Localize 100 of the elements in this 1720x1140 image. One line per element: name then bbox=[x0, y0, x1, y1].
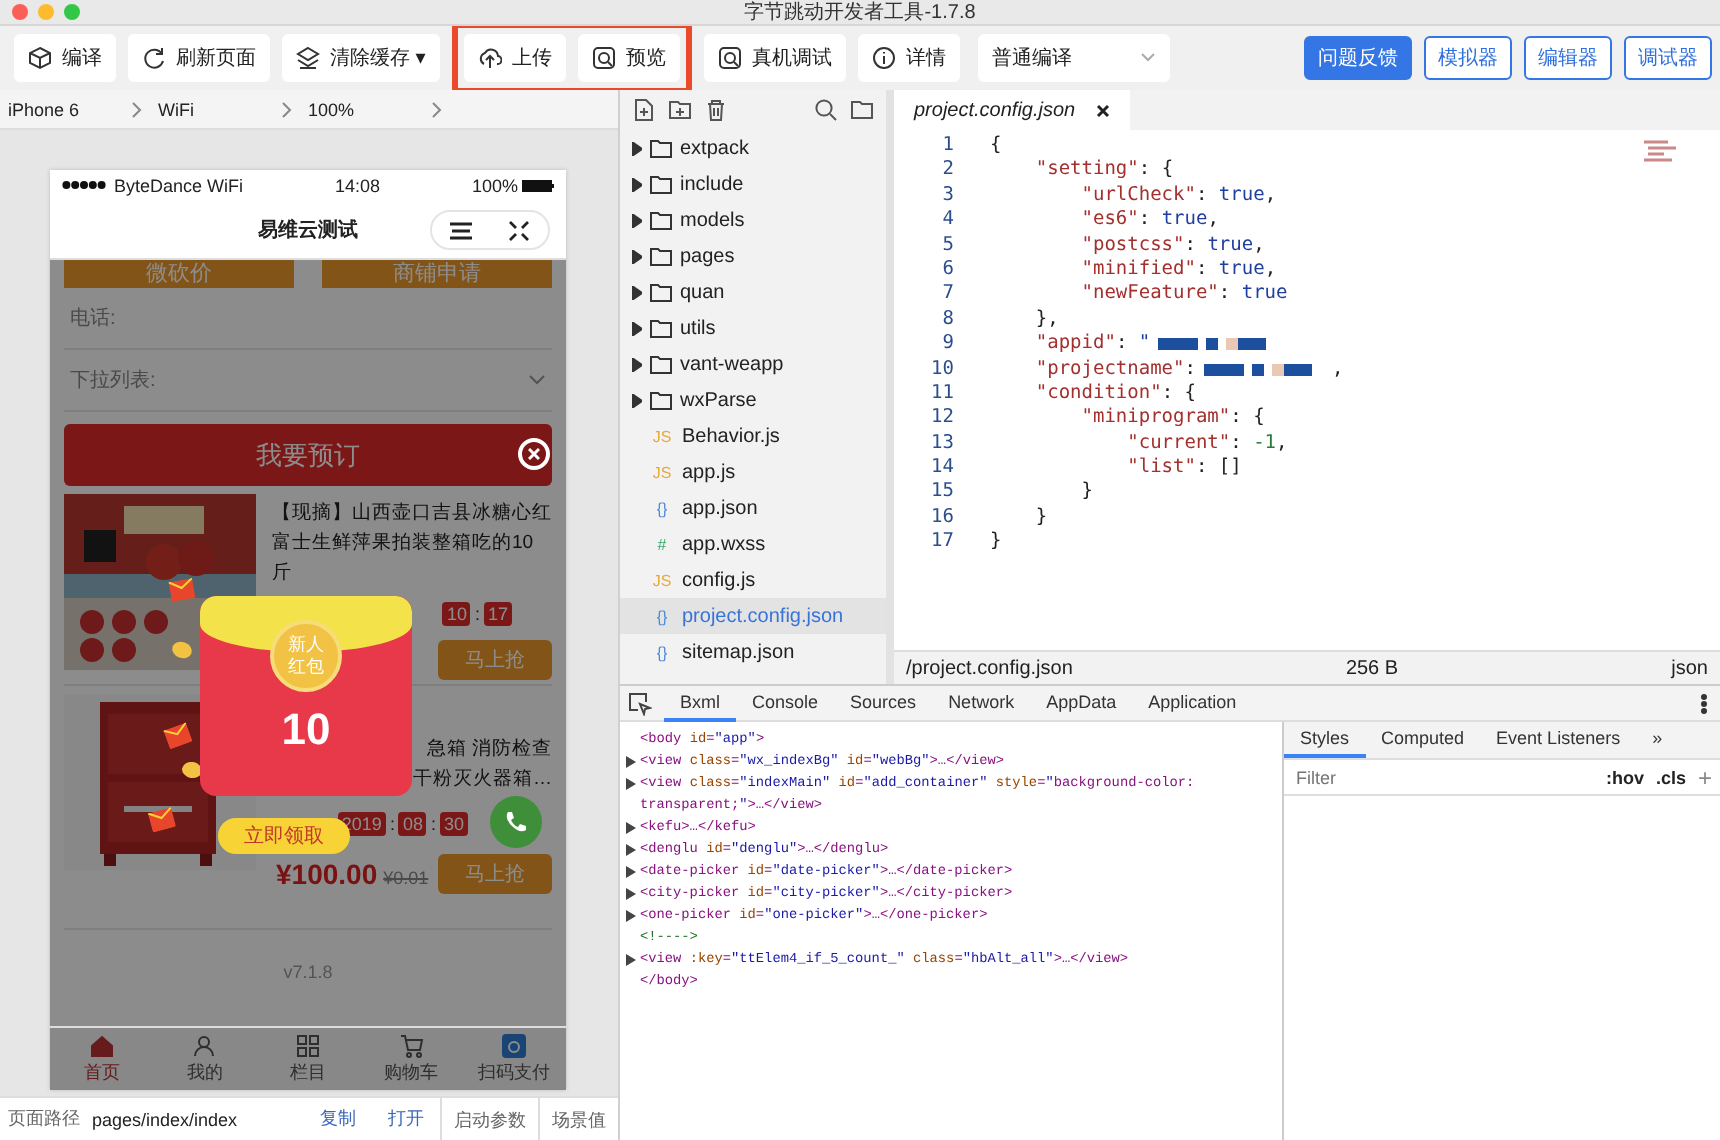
file-tree-item[interactable]: quan bbox=[620, 274, 886, 310]
folder-icon bbox=[650, 354, 672, 374]
tab-bar-item[interactable]: 扫码支付 bbox=[462, 1028, 566, 1090]
class-toggle[interactable]: .cls bbox=[1655, 767, 1686, 787]
trash-icon[interactable] bbox=[704, 98, 728, 122]
close-icon[interactable] bbox=[508, 219, 530, 241]
file-name: pages bbox=[680, 245, 735, 267]
envelope-badge: 新人红包 bbox=[270, 620, 342, 692]
file-tree-item[interactable]: {} app.json bbox=[620, 490, 886, 526]
file-tree-item[interactable]: utils bbox=[620, 310, 886, 346]
expand-arrow-icon[interactable] bbox=[626, 909, 636, 921]
call-button[interactable] bbox=[490, 796, 542, 848]
path-action-link[interactable]: 打开 bbox=[372, 1106, 440, 1132]
expand-arrow-icon[interactable] bbox=[626, 865, 636, 877]
expand-arrow-icon[interactable] bbox=[626, 843, 636, 855]
new-folder-icon[interactable] bbox=[668, 98, 692, 122]
caret-icon bbox=[632, 141, 642, 155]
add-rule-button[interactable]: + bbox=[1697, 763, 1712, 791]
preview-icon bbox=[591, 46, 616, 70]
file-tree-item[interactable]: wxParse bbox=[620, 382, 886, 418]
compile-mode-select[interactable]: 普通编译 bbox=[977, 34, 1170, 82]
file-tree-item[interactable]: pages bbox=[620, 238, 886, 274]
page-path-value: pages/index/index bbox=[92, 1109, 240, 1129]
file-tree-item[interactable]: JS config.js bbox=[620, 562, 886, 598]
menu-icon[interactable] bbox=[450, 221, 472, 239]
tab-bar-item[interactable]: 我的 bbox=[153, 1028, 257, 1090]
expand-arrow-icon[interactable] bbox=[626, 821, 636, 833]
file-tree-item[interactable]: vant-weapp bbox=[620, 346, 886, 382]
search-icon[interactable] bbox=[814, 98, 838, 122]
line-number: 15 bbox=[929, 480, 954, 506]
simulator-setting[interactable]: 100% bbox=[300, 99, 450, 119]
hover-toggle[interactable]: :hov bbox=[1605, 767, 1644, 787]
file-name: models bbox=[680, 209, 745, 231]
file-tree-item[interactable]: include bbox=[620, 166, 886, 202]
file-name: config.js bbox=[682, 569, 756, 591]
devtools-tab[interactable]: AppData bbox=[1030, 685, 1133, 721]
close-button[interactable] bbox=[518, 438, 550, 470]
devtools-tab[interactable]: Sources bbox=[834, 685, 933, 721]
battery-icon bbox=[522, 179, 554, 191]
toolbar-button[interactable]: 模拟器 bbox=[1424, 36, 1512, 80]
inspect-icon[interactable] bbox=[628, 691, 652, 715]
path-tab[interactable]: 启动参数 bbox=[440, 1097, 538, 1140]
tab-bar-item[interactable]: 栏目 bbox=[256, 1028, 360, 1090]
folder-icon[interactable] bbox=[850, 98, 874, 122]
tab-bar-item[interactable]: 购物车 bbox=[359, 1028, 463, 1090]
countdown-separator: : bbox=[474, 604, 480, 624]
toolbar-button[interactable]: 编辑器 bbox=[1524, 36, 1612, 80]
toolbar-button[interactable]: 清除缓存 ▾ bbox=[282, 34, 440, 82]
file-tree-item[interactable]: extpack bbox=[620, 130, 886, 166]
toolbar-button[interactable]: 编译 bbox=[14, 34, 116, 82]
folder-icon bbox=[650, 318, 672, 338]
product-title: 急箱 消防检查 bbox=[426, 736, 552, 764]
gift-envelope[interactable]: 新人红包 10 bbox=[200, 596, 412, 796]
envelope-icon bbox=[168, 578, 196, 602]
home-icon bbox=[89, 1033, 114, 1057]
styles-tab[interactable]: Styles bbox=[1284, 722, 1366, 758]
code-line: "newFeature": true bbox=[1079, 282, 1288, 308]
original-price: ¥0.01 bbox=[383, 868, 429, 888]
editor-tab[interactable]: project.config.json bbox=[894, 90, 1130, 130]
file-tree-item[interactable]: JS app.js bbox=[620, 454, 886, 490]
toolbar-button[interactable]: 真机调试 bbox=[703, 34, 846, 82]
devtools-tab[interactable]: Network bbox=[932, 685, 1031, 721]
styles-tab[interactable]: Computed bbox=[1365, 722, 1481, 758]
file-type-icon: JS bbox=[650, 427, 674, 445]
more-tabs-button[interactable]: » bbox=[1636, 722, 1679, 758]
toolbar-button[interactable]: 上传 bbox=[463, 34, 566, 82]
window-title: 字节跳动开发者工具-1.7.8 bbox=[744, 0, 976, 26]
close-icon bbox=[528, 448, 540, 460]
simulator-setting[interactable]: WiFi bbox=[150, 99, 300, 119]
simulator-setting[interactable]: iPhone 6 bbox=[0, 99, 150, 119]
toolbar-button[interactable]: 刷新页面 bbox=[128, 34, 270, 82]
devtools-tab[interactable]: Bxml bbox=[664, 685, 736, 721]
file-tree-item[interactable]: # app.wxss bbox=[620, 526, 886, 562]
line-number: 11 bbox=[929, 381, 954, 407]
file-name: app.json bbox=[682, 497, 758, 519]
expand-arrow-icon[interactable] bbox=[626, 777, 636, 789]
expand-arrow-icon[interactable] bbox=[626, 953, 636, 965]
close-window-button[interactable] bbox=[12, 4, 28, 20]
devtools-tab[interactable]: Console bbox=[736, 685, 835, 721]
close-icon[interactable] bbox=[1095, 103, 1110, 117]
toolbar-button[interactable]: 详情 bbox=[857, 34, 960, 82]
expand-arrow-icon[interactable] bbox=[626, 755, 636, 767]
line-number: 4 bbox=[940, 208, 954, 234]
new-file-icon[interactable] bbox=[632, 98, 656, 122]
file-tree-item[interactable]: {} sitemap.json bbox=[620, 634, 886, 670]
file-tree-item[interactable]: models bbox=[620, 202, 886, 238]
more-icon[interactable] bbox=[1700, 693, 1708, 713]
styles-tab[interactable]: Event Listeners bbox=[1480, 722, 1637, 758]
file-tree-item[interactable]: JS Behavior.js bbox=[620, 418, 886, 454]
toolbar-button[interactable]: 调试器 bbox=[1624, 36, 1712, 80]
toolbar-button[interactable]: 问题反馈 bbox=[1304, 36, 1412, 80]
file-type-icon: JS bbox=[650, 571, 674, 589]
toolbar-button[interactable]: 预览 bbox=[577, 34, 680, 82]
payment-icon bbox=[502, 1033, 527, 1057]
path-tab[interactable]: 场景值 bbox=[538, 1097, 618, 1140]
expand-arrow-icon[interactable] bbox=[626, 887, 636, 899]
product-title: 干粉灭火器箱… bbox=[413, 766, 552, 794]
devtools-tab[interactable]: Application bbox=[1132, 685, 1253, 721]
file-tree-item[interactable]: {} project.config.json bbox=[620, 598, 886, 634]
path-action-link[interactable]: 复制 bbox=[304, 1106, 372, 1132]
